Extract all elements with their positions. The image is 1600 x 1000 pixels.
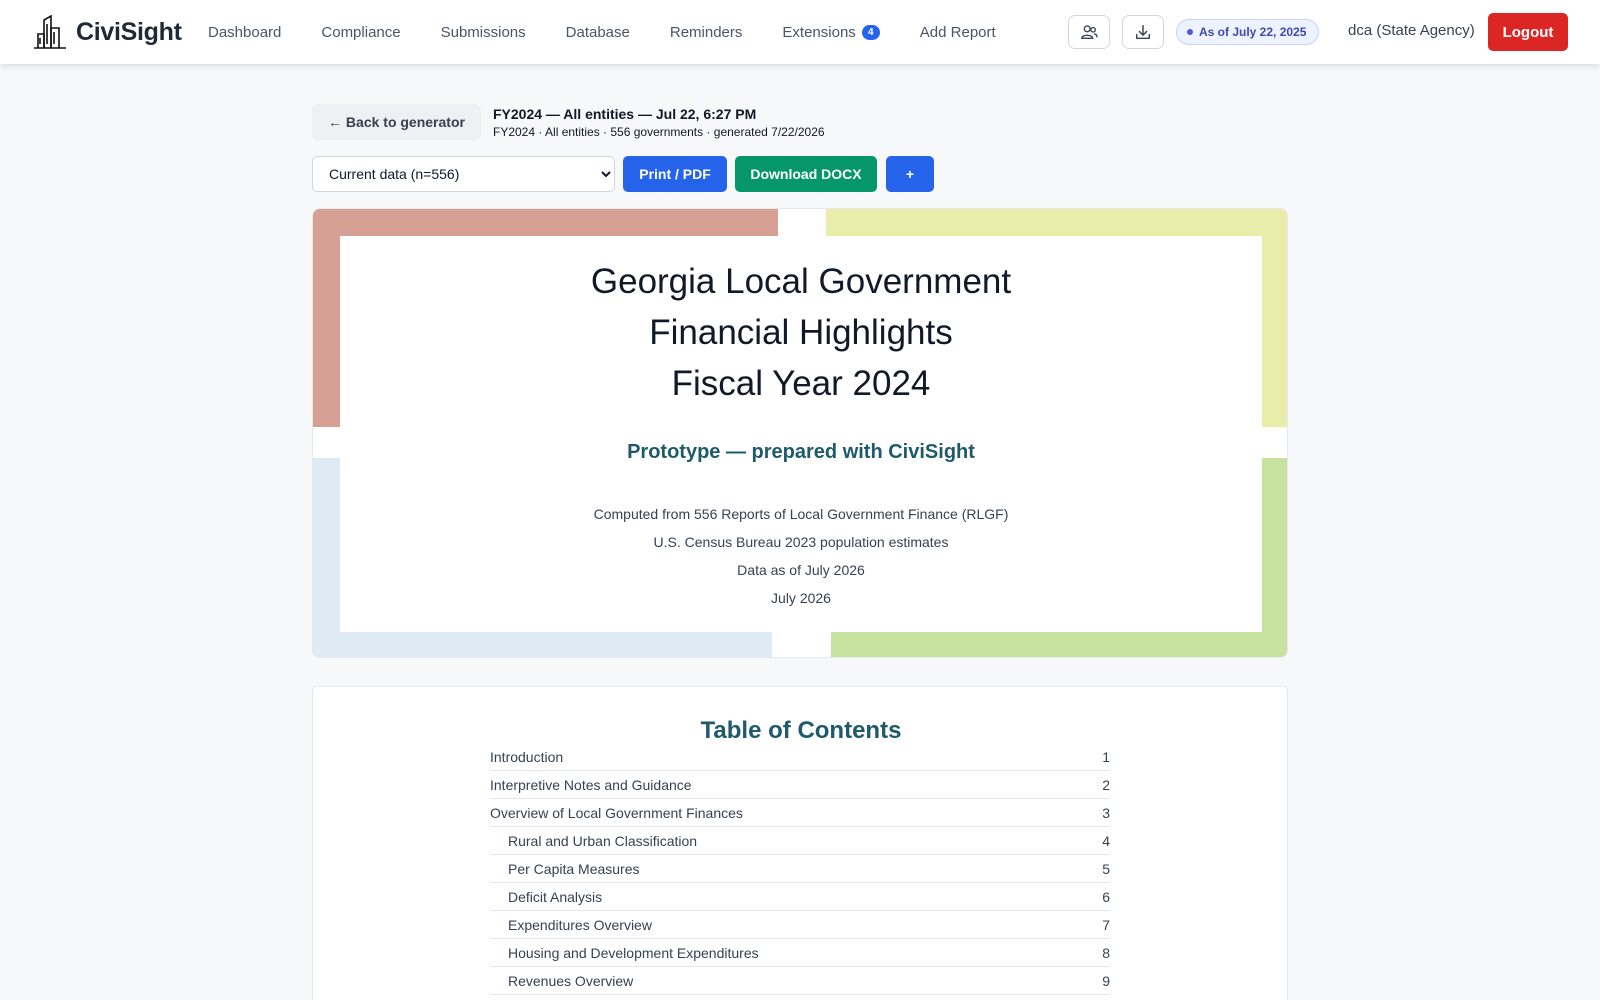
cover-source-line: Computed from 556 Reports of Local Gover…	[593, 506, 1009, 522]
brand-name: CiviSight	[76, 17, 182, 46]
nav-dashboard[interactable]: Dashboard	[208, 24, 281, 41]
report-subtitle: FY2024 · All entities · 556 governments …	[493, 125, 825, 139]
print-pdf-button[interactable]: Print / PDF	[623, 156, 727, 192]
toc-subentry[interactable]: Deficit Analysis 6	[490, 883, 1110, 911]
nav-database[interactable]: Database	[566, 24, 630, 41]
toc-subentry[interactable]: Housing and Development Expenditures 8	[490, 939, 1110, 967]
download-button[interactable]	[1122, 15, 1164, 49]
users-button[interactable]	[1068, 15, 1110, 49]
status-dot-icon	[1187, 29, 1193, 35]
nav-extensions-label: Extensions	[782, 23, 856, 41]
toc-entry[interactable]: Overview of Local Government Finances 3	[490, 799, 1110, 827]
toc-entry[interactable]: Introduction 1	[490, 743, 1110, 771]
toc-entry-label: Per Capita Measures	[508, 861, 640, 877]
cover-content: Georgia Local Government Financial Highl…	[340, 236, 1262, 632]
report-title: FY2024 — All entities — Jul 22, 6:27 PM	[493, 106, 757, 122]
nav-extensions[interactable]: Extensions 4	[782, 23, 880, 41]
toc-entry-label: Deficit Analysis	[508, 889, 603, 905]
toc-entry-page: 5	[1102, 861, 1110, 877]
toc-entry-label: Revenues Overview	[508, 973, 634, 989]
extensions-count-badge: 4	[861, 24, 880, 40]
report-cover-page: Georgia Local Government Financial Highl…	[312, 208, 1288, 658]
toc-entry-label: Introduction	[490, 749, 564, 765]
toc-entry-label: Housing and Development Expenditures	[508, 945, 759, 961]
download-icon	[1135, 24, 1151, 40]
cover-title-line: Georgia Local Government	[590, 262, 1012, 301]
toc-subentry[interactable]: Rural and Urban Classification 4	[490, 827, 1110, 855]
logout-button[interactable]: Logout	[1488, 13, 1568, 51]
cover-source-line: Data as of July 2026	[737, 562, 865, 578]
current-user-label: dca (State Agency)	[1348, 22, 1475, 39]
toc-entry-label: Rural and Urban Classification	[508, 833, 698, 849]
add-button[interactable]: +	[886, 156, 934, 192]
brand-home-link[interactable]: CiviSight	[32, 14, 182, 50]
toc-entry-page: 4	[1102, 833, 1110, 849]
nav-add-report[interactable]: Add Report	[920, 24, 996, 41]
cover-source-line: U.S. Census Bureau 2023 population estim…	[653, 534, 949, 550]
users-icon	[1081, 25, 1098, 39]
toc-entry-page: 9	[1102, 973, 1110, 989]
main-nav: Dashboard Compliance Submissions Databas…	[208, 0, 1036, 64]
toc-entry-label: Expenditures Overview	[508, 917, 652, 933]
toc-subentry[interactable]: Expenditures Overview 7	[490, 911, 1110, 939]
toc-subentry[interactable]: Per Capita Measures 5	[490, 855, 1110, 883]
toc-entry-page: 2	[1102, 777, 1110, 793]
toc-entry-label: Overview of Local Government Finances	[490, 805, 743, 821]
as-of-date-badge: As of July 22, 2025	[1176, 19, 1320, 45]
cover-prototype-note: Prototype — prepared with CiviSight	[627, 441, 975, 463]
cover-date-line: July 2026	[771, 590, 831, 606]
cover-title-line: Fiscal Year 2024	[671, 364, 931, 403]
toc-entry-page: 1	[1102, 749, 1110, 765]
data-snapshot-select[interactable]: Current data (n=556)	[312, 156, 615, 192]
download-docx-button[interactable]: Download DOCX	[735, 156, 877, 192]
nav-compliance[interactable]: Compliance	[321, 24, 400, 41]
nav-reminders[interactable]: Reminders	[670, 24, 743, 41]
toc-entry-page: 8	[1102, 945, 1110, 961]
toc-subentry[interactable]: Revenues Overview 9	[490, 967, 1110, 995]
nav-submissions[interactable]: Submissions	[441, 24, 526, 41]
cover-title-line: Financial Highlights	[649, 313, 953, 352]
toc-entry-page: 6	[1102, 889, 1110, 905]
toc-entry-page: 3	[1102, 805, 1110, 821]
toc-heading: Table of Contents	[700, 717, 902, 744]
toc-entry[interactable]: Interpretive Notes and Guidance 2	[490, 771, 1110, 799]
toc-entry-page: 7	[1102, 917, 1110, 933]
toc-entry-label: Interpretive Notes and Guidance	[490, 777, 692, 793]
top-navbar: CiviSight Dashboard Compliance Submissio…	[0, 0, 1600, 64]
city-buildings-logo-icon	[34, 14, 66, 49]
table-of-contents: Table of Contents Introduction 1 Interpr…	[312, 686, 1288, 1000]
back-to-generator-button[interactable]: ← Back to generator	[312, 104, 481, 140]
as-of-label: As of July 22, 2025	[1199, 25, 1307, 39]
